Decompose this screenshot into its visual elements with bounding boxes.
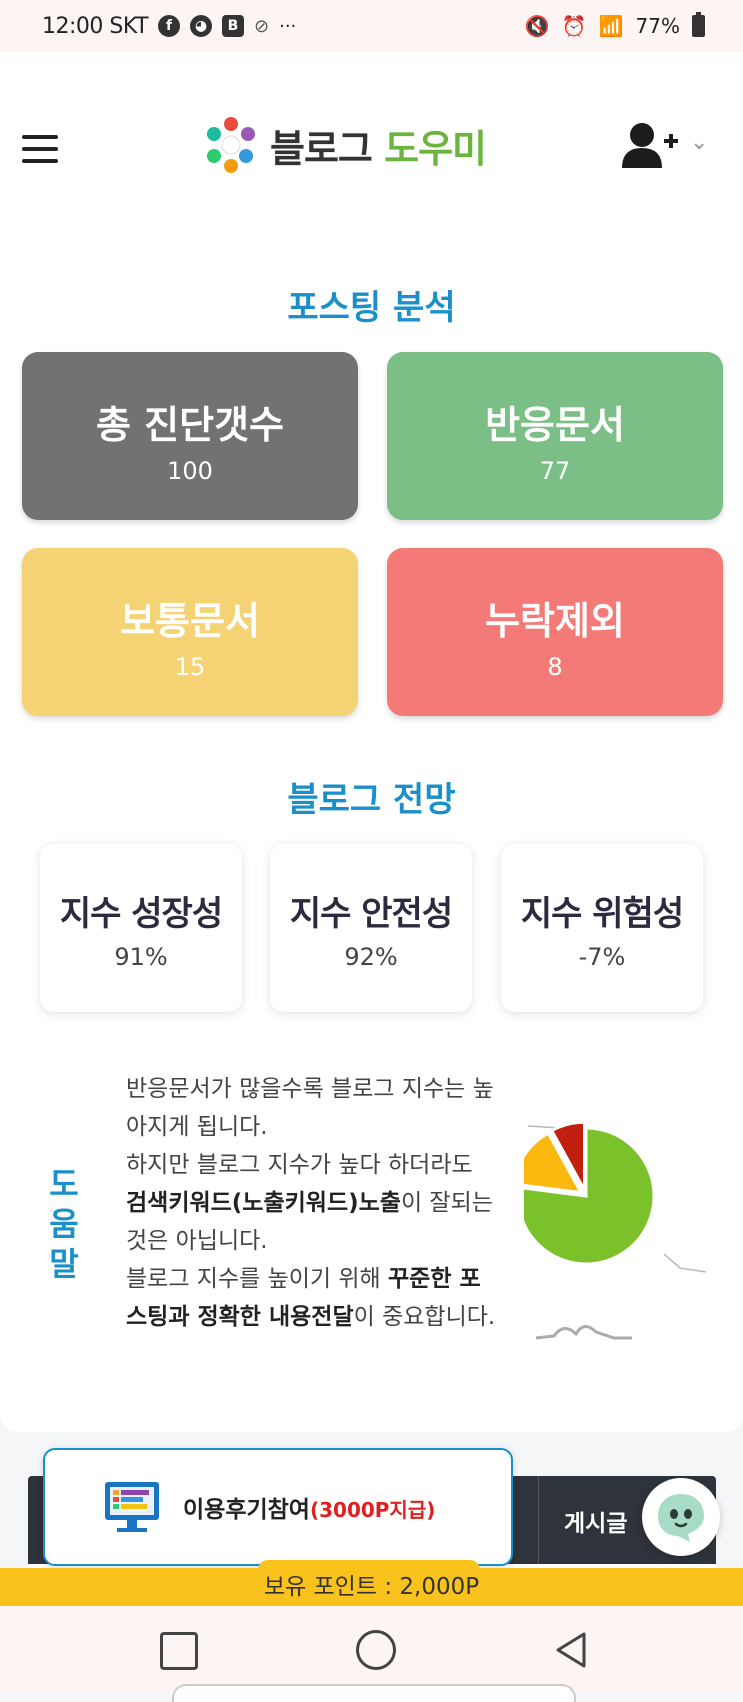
- facebook-icon: f: [158, 15, 181, 37]
- stat-value: 15: [174, 653, 206, 681]
- gesture-handle: [172, 1684, 576, 1702]
- pie-leader-line-right: [663, 1253, 707, 1273]
- b-app-icon: B: [222, 15, 245, 37]
- translate-icon: ⊘: [254, 15, 270, 37]
- status-time: 12:00 SKT: [42, 13, 149, 39]
- battery-level: 77%: [635, 14, 680, 38]
- status-bar: 12:00 SKT f ◕ B ⊘ ··· 🔇 ⏰ 📶 77%: [0, 0, 743, 52]
- help-line-3-post: 이 중요합니다.: [353, 1304, 496, 1330]
- sparkline-mini-icon: [535, 1325, 632, 1340]
- stat-label: 총 진단갯수: [95, 403, 285, 447]
- stat-card-total[interactable]: 총 진단갯수 100: [22, 352, 358, 520]
- review-reward: (3000P지급): [309, 1498, 436, 1522]
- battery-icon: [692, 12, 705, 37]
- help-tag: 도움말: [49, 1165, 79, 1283]
- stat-value: 8: [547, 653, 563, 681]
- app-logo[interactable]: 블로그 도우미: [200, 114, 487, 176]
- stat-value: 100: [167, 457, 213, 485]
- stat-value: 77: [539, 457, 571, 485]
- back-button[interactable]: [552, 1630, 588, 1670]
- outlook-value: 91%: [114, 943, 168, 971]
- outlook-value: 92%: [344, 943, 398, 971]
- logo-text-blog: 블로그: [270, 126, 373, 171]
- document-pie-chart: [524, 1124, 707, 1340]
- chevron-down-icon[interactable]: ⌄: [690, 130, 708, 155]
- table-column-posts: 게시글: [564, 1511, 628, 1537]
- outlook-label: 지수 위험성: [520, 894, 684, 934]
- pie-slices: [524, 1124, 656, 1266]
- system-navigation-bar: [0, 1606, 743, 1702]
- logo-text-helper: 도우미: [384, 126, 487, 171]
- outlook-label: 지수 안전성: [289, 894, 453, 934]
- help-line-2-pre: 하지만 블로그 지수가 높다 하더라도: [126, 1152, 473, 1178]
- outlook-card-growth: 지수 성장성 91%: [40, 844, 242, 1012]
- posting-analysis-title: 포스팅 분석: [287, 288, 456, 328]
- table-column-divider: [538, 1476, 539, 1564]
- recent-apps-button[interactable]: [160, 1632, 198, 1670]
- piggy-bank-icon: ◕: [190, 15, 213, 37]
- stat-card-omitted[interactable]: 누락제외 8: [387, 548, 723, 716]
- points-text: 보유 포인트 : 2,000P: [263, 1574, 480, 1600]
- help-line-1: 반응문서가 많을수록 블로그 지수는 높아지게 됩니다.: [126, 1076, 494, 1140]
- chatbot-button[interactable]: [642, 1478, 720, 1556]
- points-bar: 보유 포인트 : 2,000P: [0, 1560, 743, 1606]
- alarm-icon: ⏰: [561, 14, 587, 38]
- stat-label: 반응문서: [485, 403, 625, 447]
- review-participation-button[interactable]: 이용후기참여(3000P지급): [43, 1448, 513, 1566]
- add-user-icon[interactable]: [620, 122, 680, 174]
- menu-icon[interactable]: [22, 135, 58, 163]
- outlook-label: 지수 성장성: [59, 894, 223, 934]
- home-button[interactable]: [356, 1630, 396, 1670]
- help-text: 반응문서가 많을수록 블로그 지수는 높아지게 됩니다. 하지만 블로그 지수가…: [126, 1070, 498, 1336]
- help-line-3-pre: 블로그 지수를 높이기 위해: [126, 1266, 389, 1292]
- outlook-value: -7%: [578, 943, 626, 971]
- blog-outlook-title: 블로그 전망: [287, 780, 456, 820]
- review-label: 이용후기참여: [183, 1497, 310, 1523]
- outlook-card-stability: 지수 안전성 92%: [270, 844, 472, 1012]
- more-notifications-icon: ···: [279, 15, 297, 37]
- stat-card-normal[interactable]: 보통문서 15: [22, 548, 358, 716]
- main-card: 포스팅 분석 총 진단갯수 100 반응문서 77 보통문서 15 누락제외 8…: [0, 244, 743, 1432]
- app-header: 블로그 도우미 ⌄: [0, 52, 743, 245]
- help-line-2-bold: 검색키워드(노출키워드)노출: [126, 1190, 401, 1216]
- mute-icon: 🔇: [524, 14, 550, 38]
- points-bar-tab: [258, 1560, 480, 1570]
- monitor-icon: [105, 1482, 159, 1532]
- wifi-icon: 📶: [598, 14, 624, 38]
- logo-people-icon: [200, 114, 262, 176]
- stat-label: 누락제외: [485, 599, 625, 643]
- stat-card-reactive[interactable]: 반응문서 77: [387, 352, 723, 520]
- stat-label: 보통문서: [120, 599, 260, 643]
- chatbot-icon: [658, 1494, 704, 1542]
- status-notification-icons: f ◕ B ⊘ ···: [158, 15, 296, 37]
- outlook-card-risk: 지수 위험성 -7%: [501, 844, 703, 1012]
